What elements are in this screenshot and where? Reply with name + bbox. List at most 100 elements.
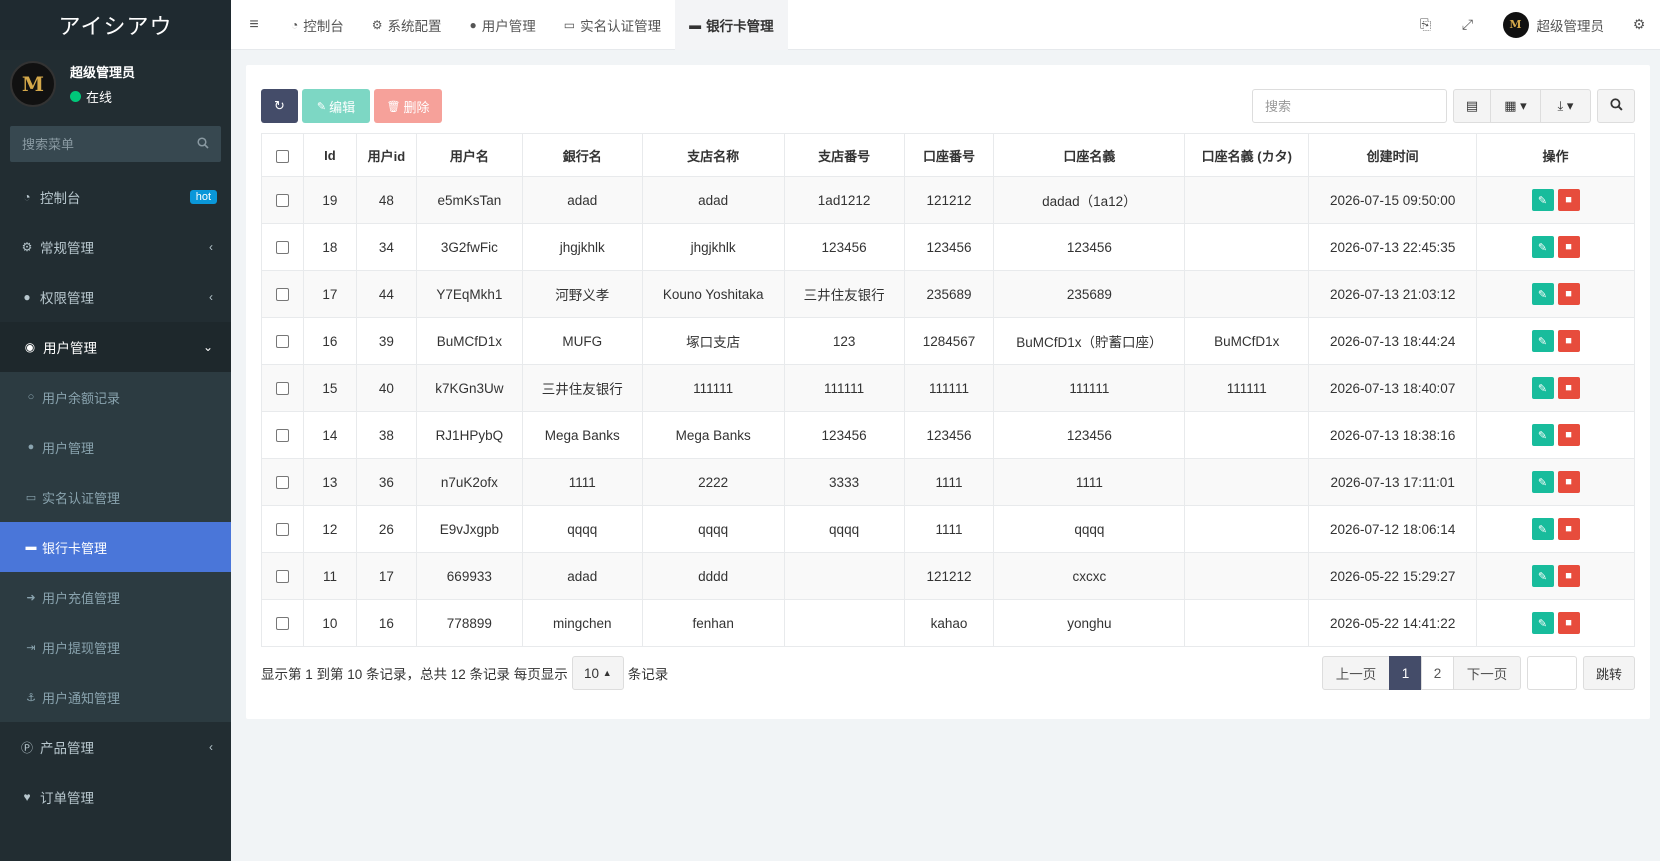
table-row[interactable]: 12 26 E9vJxgpb qqqq qqqq qqqq 1111 qqqq 2026-07-… [261, 505, 1635, 553]
jump-page-input[interactable] [1527, 656, 1577, 690]
sidebar-subitem-withdraw[interactable]: ⇥ 用户提现管理 [0, 622, 231, 672]
advanced-search-button[interactable] [1597, 89, 1635, 123]
columns-button[interactable]: ▦ ▾ [1491, 89, 1541, 123]
tab-dashboard[interactable]: ◔ 控制台 [277, 0, 358, 50]
row-checkbox[interactable] [275, 523, 289, 537]
tab-kyc[interactable]: ▭ 实名认证管理 [550, 0, 675, 50]
table-search-input[interactable] [1252, 89, 1447, 123]
sidebar-subitem-bankcard[interactable]: ▬ 银行卡管理 [0, 522, 231, 572]
table-row[interactable]: 13 36 n7uK2ofx 1111 2222 3333 1111 1111 2026-07-… [261, 458, 1635, 506]
row-edit-button[interactable]: ✎ [1531, 236, 1554, 258]
edit-button[interactable]: ✎ 编辑 [302, 89, 370, 123]
row-checkbox[interactable] [275, 617, 289, 631]
table-row[interactable]: 10 16 778899 mingchen fenhan kahao yonghu 2026-… [261, 599, 1635, 647]
sidebar-item-permissions[interactable]: ● 权限管理 ‹ [0, 272, 231, 322]
row-delete-button[interactable]: ■ [1557, 612, 1580, 634]
row-delete-button[interactable]: ■ [1557, 471, 1580, 493]
table-cell: 3G2fwFic [415, 223, 523, 271]
column-header[interactable]: 銀行名 [521, 133, 643, 177]
menu-toggle-icon[interactable]: ≡ [231, 16, 277, 34]
translate-icon[interactable]: ⎘ [1405, 16, 1447, 33]
row-delete-button[interactable]: ■ [1557, 330, 1580, 352]
page-button-1[interactable]: 1 [1389, 656, 1422, 690]
table-row[interactable]: 15 40 k7KGn3Uw 三井住友银行 111111 111111 111111 1111… [261, 364, 1635, 412]
row-delete-button[interactable]: ■ [1557, 236, 1580, 258]
table-row[interactable]: 18 34 3G2fwFic jhgjkhlk jhgjkhlk 123456 123456… [261, 223, 1635, 271]
card-view-button[interactable]: ▤ [1453, 89, 1491, 123]
sidebar-subitem-balance[interactable]: ○ 用户余额记录 [0, 372, 231, 422]
column-header[interactable]: 口座名義 (カタ) [1184, 133, 1310, 177]
account-menu[interactable]: M 超级管理员 [1489, 11, 1619, 38]
sidebar-subitem-users[interactable]: ● 用户管理 [0, 422, 231, 472]
sidebar-item-dashboard[interactable]: ◔ 控制台 hot [0, 172, 231, 222]
column-header[interactable]: 支店番号 [783, 133, 905, 177]
row-checkbox[interactable] [275, 476, 289, 490]
trash-icon: ■ [1565, 288, 1572, 300]
table-row[interactable]: 19 48 e5mKsTan adad adad 1ad1212 121212 dadad（1… [261, 176, 1635, 224]
sidebar-item-orders[interactable]: ♥ 订单管理 [0, 772, 231, 822]
row-delete-button[interactable]: ■ [1557, 424, 1580, 446]
row-edit-button[interactable]: ✎ [1531, 377, 1554, 399]
row-edit-button[interactable]: ✎ [1531, 189, 1554, 211]
row-checkbox[interactable] [275, 382, 289, 396]
table-cell: qqqq [521, 505, 643, 553]
sidebar-subitem-recharge[interactable]: ➜ 用户充值管理 [0, 572, 231, 622]
row-checkbox[interactable] [275, 570, 289, 584]
gear-icon: ⚙ [371, 17, 383, 32]
column-header[interactable]: 支店名称 [641, 133, 785, 177]
search-icon[interactable] [197, 136, 209, 152]
table-row[interactable]: 17 44 Y7EqMkh1 河野义孝 Kouno Yoshitaka 三井住友银行 235… [261, 270, 1635, 318]
delete-button[interactable]: 🗑 删除 [374, 89, 442, 123]
sidebar-subitem-kyc[interactable]: ▭ 实名认证管理 [0, 472, 231, 522]
row-edit-button[interactable]: ✎ [1531, 612, 1554, 634]
row-delete-button[interactable]: ■ [1557, 377, 1580, 399]
column-header[interactable]: Id [302, 133, 357, 177]
tab-system-config[interactable]: ⚙ 系统配置 [358, 0, 456, 50]
row-edit-button[interactable]: ✎ [1531, 518, 1554, 540]
settings-icon[interactable]: ⚙ [1618, 16, 1660, 33]
tab-bankcard[interactable]: ▬ 银行卡管理 [675, 0, 788, 50]
sidebar-item-user-management[interactable]: ◉ 用户管理 ⌄ [0, 322, 231, 372]
row-delete-button[interactable]: ■ [1557, 189, 1580, 211]
row-delete-button[interactable]: ■ [1557, 283, 1580, 305]
table-row[interactable]: 14 38 RJ1HPybQ Mega Banks Mega Banks 123456 12… [261, 411, 1635, 459]
row-edit-button[interactable]: ✎ [1531, 283, 1554, 305]
next-page-button[interactable]: 下一页 [1453, 656, 1521, 690]
table-cell: 123456 [903, 411, 995, 459]
table-cell: 河野义孝 [521, 270, 643, 318]
fullscreen-icon[interactable]: ⤢ [1447, 16, 1489, 33]
column-header[interactable]: 创建时间 [1308, 133, 1478, 177]
row-edit-button[interactable]: ✎ [1531, 330, 1554, 352]
table-cell: 10 [302, 599, 357, 647]
tab-user-management[interactable]: ● 用户管理 [456, 0, 550, 50]
refresh-button[interactable]: ↻ [261, 89, 298, 123]
row-checkbox[interactable] [275, 288, 289, 302]
sidebar-item-products[interactable]: Ⓟ 产品管理 ‹ [0, 722, 231, 772]
row-checkbox[interactable] [275, 429, 289, 443]
row-edit-button[interactable]: ✎ [1531, 471, 1554, 493]
select-all-checkbox[interactable] [275, 149, 289, 163]
row-delete-button[interactable]: ■ [1557, 518, 1580, 540]
row-edit-button[interactable]: ✎ [1531, 565, 1554, 587]
column-header[interactable]: 口座名義 [993, 133, 1186, 177]
row-checkbox[interactable] [275, 335, 289, 349]
table-cell: Y7EqMkh1 [415, 270, 523, 318]
sidebar-search-input[interactable] [22, 136, 182, 152]
page-button-2[interactable]: 2 [1421, 656, 1454, 690]
row-checkbox[interactable] [275, 194, 289, 208]
export-button[interactable]: ⤓ ▾ [1541, 89, 1591, 123]
row-delete-button[interactable]: ■ [1557, 565, 1580, 587]
prev-page-button[interactable]: 上一页 [1322, 656, 1390, 690]
jump-button[interactable]: 跳转 [1583, 656, 1635, 690]
column-header[interactable]: 口座番号 [903, 133, 995, 177]
brand-logo[interactable]: アイシアウ [0, 0, 231, 50]
table-row[interactable]: 11 17 669933 adad dddd 121212 cxcxc 2026-05-22 … [261, 552, 1635, 600]
column-header[interactable]: 用户id [355, 133, 417, 177]
row-checkbox[interactable] [275, 241, 289, 255]
sidebar-item-general[interactable]: ⚙ 常规管理 ‹ [0, 222, 231, 272]
page-size-select[interactable]: 10 ▲ [571, 656, 624, 690]
row-edit-button[interactable]: ✎ [1531, 424, 1554, 446]
column-header[interactable]: 用户名 [415, 133, 523, 177]
table-row[interactable]: 16 39 BuMCfD1x MUFG 塚口支店 123 1284567 BuMCfD1x（貯… [261, 317, 1635, 365]
sidebar-subitem-notify[interactable]: ⚓ 用户通知管理 [0, 672, 231, 722]
